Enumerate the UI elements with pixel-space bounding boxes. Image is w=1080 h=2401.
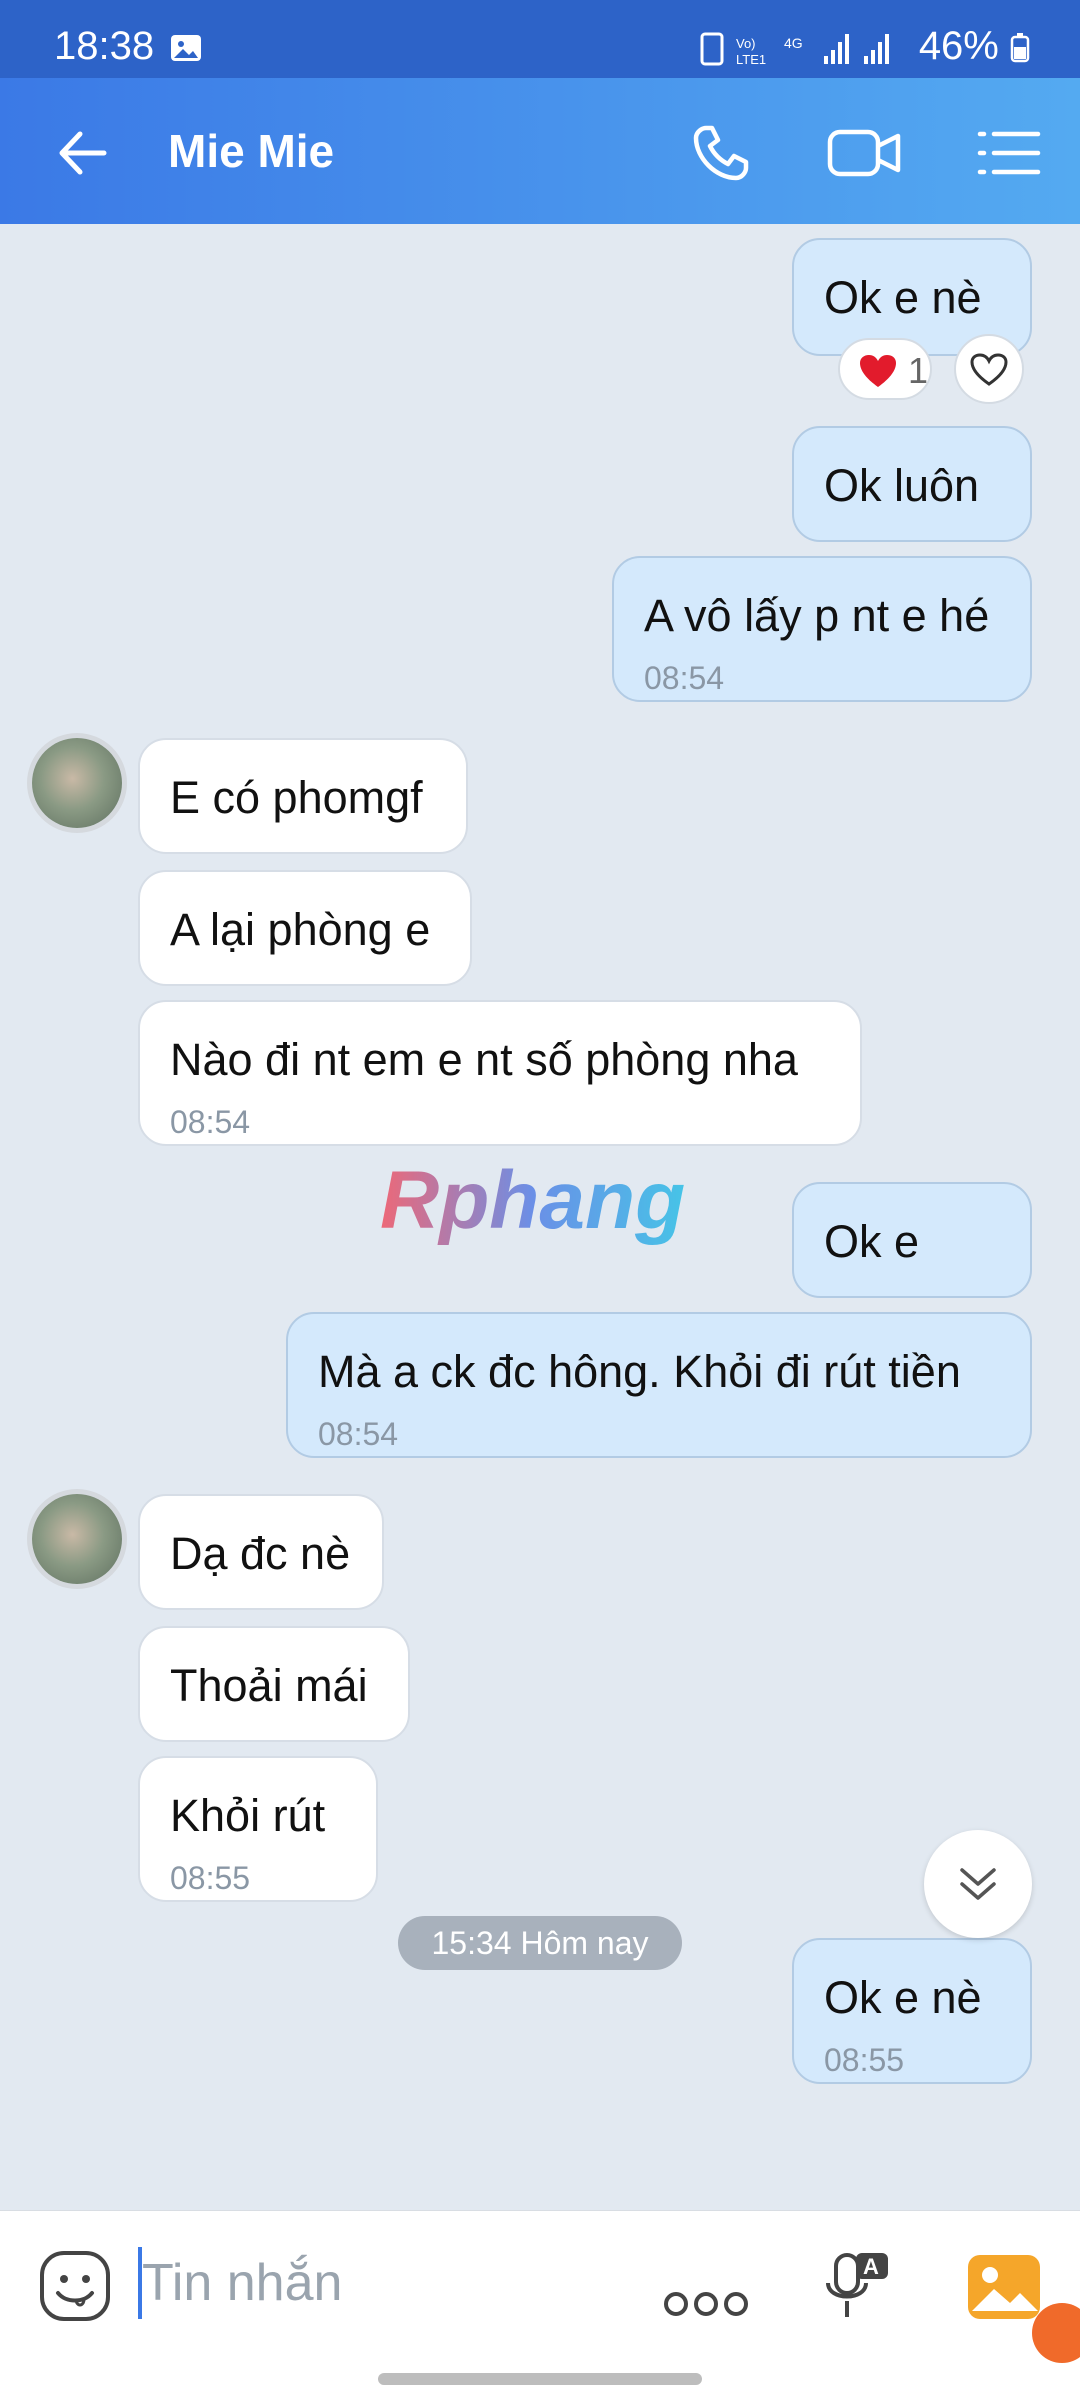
message-text: Ok e (824, 1216, 920, 1267)
message-text: Thoải mái (170, 1660, 368, 1711)
signal-icons: Vo) LTE1 4G (700, 32, 889, 67)
voice-to-text-mic-icon[interactable]: A (822, 2249, 892, 2323)
home-indicator (378, 2373, 702, 2385)
watermark-logo: Rphang (380, 1155, 686, 1246)
floating-bubble-button[interactable] (1032, 2303, 1080, 2363)
react-button[interactable] (954, 334, 1024, 404)
message-text: Mà a ck đc hông. Khỏi đi rút tiền (318, 1346, 961, 1397)
heart-reaction-icon (860, 355, 896, 387)
message-bubble[interactable]: Ok e nè 08:55 (792, 1938, 1032, 2084)
phone-call-icon[interactable] (686, 118, 756, 188)
menu-list-icon[interactable] (974, 118, 1044, 188)
message-text: E có phomgf (170, 772, 423, 823)
message-bubble[interactable]: A lại phòng e (138, 870, 472, 986)
message-bubble[interactable]: Nào đi nt em e nt số phòng nha 08:54 (138, 1000, 862, 1146)
message-text: Ok e nè (824, 272, 982, 323)
message-input-bar: Tin nhắn A (0, 2210, 1080, 2401)
message-text: Ok e nè (824, 1972, 982, 2023)
svg-text:A: A (863, 2254, 879, 2279)
heart-outline-icon (970, 353, 1008, 386)
message-time: 08:54 (644, 660, 725, 696)
gallery-notification-icon (171, 35, 201, 61)
message-text: Nào đi nt em e nt số phòng nha (170, 1034, 798, 1085)
message-time: 08:55 (824, 2042, 905, 2078)
message-time: 08:54 (318, 1416, 399, 1452)
svg-text:LTE1: LTE1 (736, 52, 766, 67)
back-arrow-icon[interactable] (48, 118, 118, 188)
date-divider: 15:34 Hôm nay (398, 1916, 682, 1970)
battery-charging-icon (1010, 33, 1030, 63)
svg-text:Vo): Vo) (736, 36, 756, 51)
message-bubble[interactable]: E có phomgf (138, 738, 468, 854)
message-list[interactable]: Ok e nè 1 Ok luôn A vô lấy p nt e hé 08:… (0, 224, 1080, 2210)
message-input[interactable]: Tin nhắn (142, 2253, 342, 2313)
message-text: A lại phòng e (170, 904, 431, 955)
avatar[interactable] (32, 738, 122, 828)
scroll-to-bottom-button[interactable] (924, 1830, 1032, 1938)
double-chevron-down-icon (960, 1868, 996, 1900)
message-bubble[interactable]: A vô lấy p nt e hé 08:54 (612, 556, 1032, 702)
gallery-photo-icon[interactable] (966, 2253, 1042, 2321)
message-bubble[interactable]: Ok e (792, 1182, 1032, 1298)
battery-level: 46% (919, 24, 1030, 69)
video-call-icon[interactable] (826, 118, 902, 188)
status-time: 18:38 (54, 24, 155, 68)
message-time: 08:55 (170, 1860, 251, 1896)
reaction-count: 1 (908, 350, 929, 391)
battery-text: 46% (918, 24, 999, 68)
reaction-summary[interactable]: 1 (838, 338, 932, 400)
message-text: Dạ đc nè (170, 1528, 351, 1579)
svg-text:4G: 4G (784, 35, 803, 51)
message-text: Khỏi rút (170, 1790, 326, 1841)
sticker-emoji-icon[interactable] (38, 2249, 112, 2323)
contact-name[interactable]: Mie Mie (168, 124, 334, 178)
more-options-icon[interactable] (664, 2289, 748, 2319)
chat-header: Mie Mie (0, 78, 1080, 224)
message-bubble[interactable]: Dạ đc nè (138, 1494, 384, 1610)
message-text: Ok luôn (824, 460, 980, 511)
message-bubble[interactable]: Ok luôn (792, 426, 1032, 542)
message-time: 08:54 (170, 1104, 251, 1140)
message-bubble[interactable]: Mà a ck đc hông. Khỏi đi rút tiền 08:54 (286, 1312, 1032, 1458)
status-bar: 18:38 Vo) LTE1 4G 46% (0, 0, 1080, 78)
avatar[interactable] (32, 1494, 122, 1584)
message-bubble[interactable]: Thoải mái (138, 1626, 410, 1742)
message-bubble[interactable]: Khỏi rút 08:55 (138, 1756, 378, 1902)
message-text: A vô lấy p nt e hé (644, 590, 990, 641)
